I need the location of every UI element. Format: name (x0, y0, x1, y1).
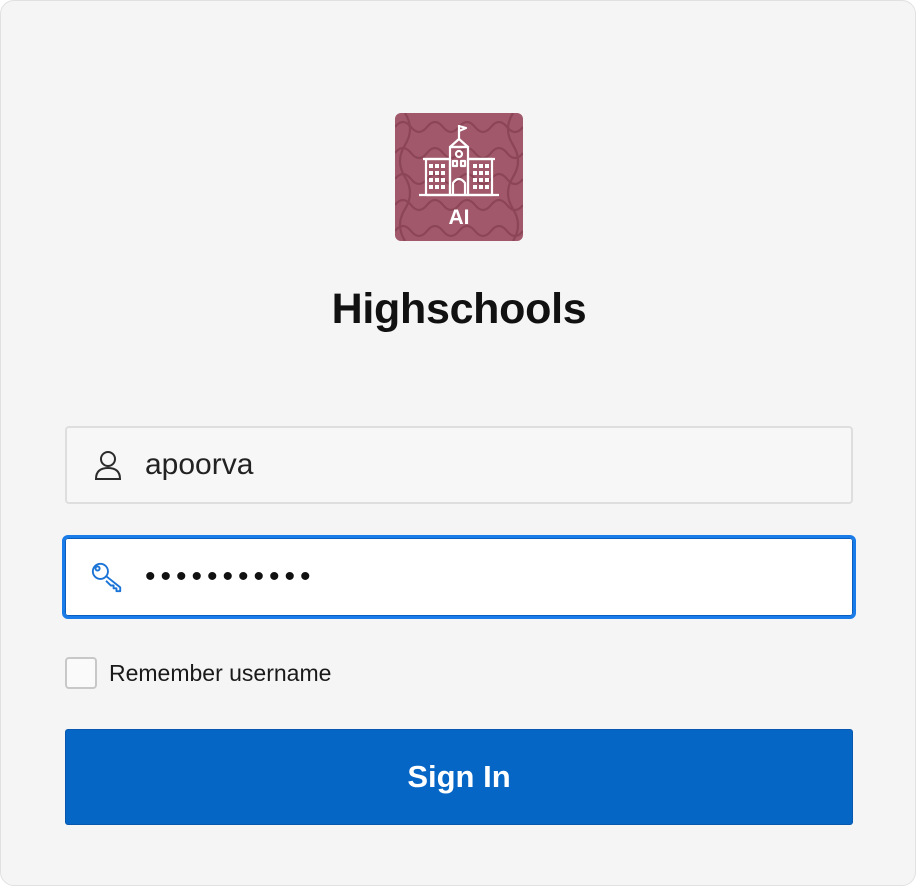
username-input[interactable] (145, 428, 835, 502)
page-title: Highschools (331, 285, 587, 333)
login-card: AI Highschools Remember username Sign In (0, 0, 916, 886)
logo-text: AI (449, 206, 470, 229)
password-field[interactable] (62, 535, 856, 619)
app-logo: AI (395, 113, 523, 241)
remember-username-label: Remember username (109, 659, 332, 686)
password-input[interactable] (145, 538, 837, 616)
sign-in-button[interactable]: Sign In (65, 729, 853, 825)
remember-username-row[interactable]: Remember username (65, 657, 331, 689)
user-icon (91, 448, 125, 482)
remember-username-checkbox[interactable] (65, 657, 97, 689)
key-icon (90, 560, 124, 594)
username-field[interactable] (65, 426, 853, 504)
